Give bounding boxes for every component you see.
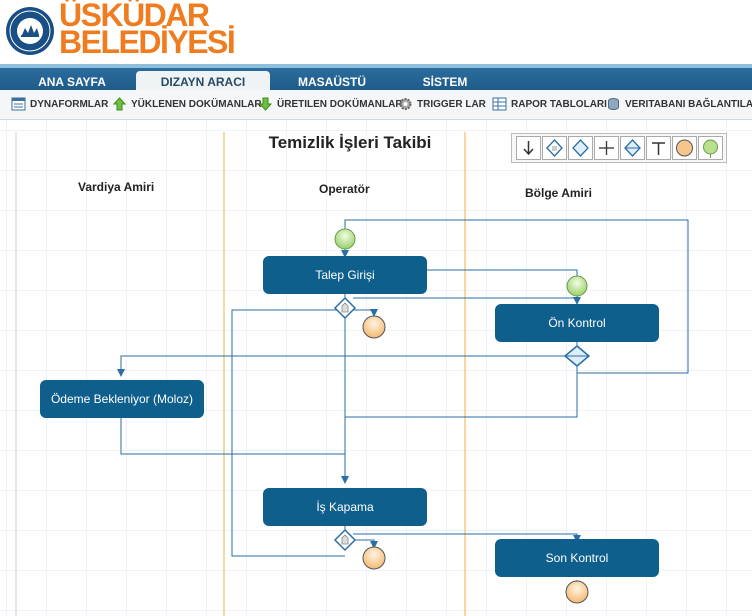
form-icon xyxy=(11,97,26,111)
designer-toolbar: DYNAFORMLAR YÜKLENEN DOKÜMANLAR ÜRETILEN… xyxy=(0,90,752,120)
end-event-icon[interactable] xyxy=(565,580,589,604)
end-event-tool[interactable] xyxy=(672,136,697,160)
selection-gateway-icon xyxy=(546,139,563,157)
lane-label-operator: Operatör xyxy=(319,182,370,196)
parallel-evaluation-icon xyxy=(624,139,641,157)
task-talep-girisi[interactable]: Talep Girişi xyxy=(263,256,427,294)
start-event-tool[interactable] xyxy=(698,136,723,160)
start-event-icon[interactable] xyxy=(566,275,588,297)
task-is-kapama[interactable]: İş Kapama xyxy=(263,488,427,526)
dynaforms-label: DYNAFORMLAR xyxy=(30,99,109,110)
parallel-fork-icon xyxy=(599,141,614,155)
shape-palette xyxy=(511,133,727,163)
table-icon xyxy=(492,97,507,111)
report-tables-label: RAPOR TABLOLARI xyxy=(511,99,607,110)
download-arrow-icon xyxy=(258,97,273,112)
upload-arrow-icon xyxy=(112,97,127,111)
lane-label-bolge-amiri: Bölge Amiri xyxy=(525,186,592,200)
report-tables-button[interactable]: RAPOR TABLOLARI xyxy=(492,97,607,113)
brand-line2: BELEDİYESİ xyxy=(59,24,236,60)
uploaded-documents-label: YÜKLENEN DOKÜMANLAR xyxy=(131,99,262,110)
output-documents-button[interactable]: ÜRETILEN DOKÜMANLAR xyxy=(258,97,403,113)
end-event-icon xyxy=(676,139,693,157)
sequential-arrow-icon xyxy=(523,141,534,156)
gear-icon xyxy=(399,98,412,111)
start-event-icon xyxy=(703,139,718,158)
header: ÜSKÜDAR BELEDİYESİ xyxy=(0,0,752,64)
triggers-button[interactable]: TRIGGER LAR xyxy=(398,97,486,113)
evaluation-gateway-icon xyxy=(572,139,589,157)
database-connections-button[interactable]: VERITABANI BAĞLANTILARI xyxy=(606,97,752,113)
main-nav: ANA SAYFA DIZAYN ARACI MASAÜSTÜ SİSTEM xyxy=(0,64,752,93)
evaluation-gateway-tool[interactable] xyxy=(568,136,593,160)
parallel-fork-tool[interactable] xyxy=(594,136,619,160)
task-son-kontrol[interactable]: Son Kontrol xyxy=(495,539,659,577)
process-title: Temizlik İşleri Takibi xyxy=(268,133,432,152)
end-event-icon[interactable] xyxy=(362,315,386,339)
triggers-label: TRIGGER LAR xyxy=(417,99,486,110)
end-event-icon[interactable] xyxy=(362,546,386,570)
database-connections-label: VERITABANI BAĞLANTILARI xyxy=(625,99,752,110)
task-on-kontrol[interactable]: Ön Kontrol xyxy=(495,304,659,342)
dynaforms-button[interactable]: DYNAFORMLAR xyxy=(11,97,108,113)
selection-gateway-tool[interactable] xyxy=(542,136,567,160)
parallel-join-icon xyxy=(652,142,665,155)
parallel-evaluation-tool[interactable] xyxy=(620,136,645,160)
database-plug-icon xyxy=(608,98,619,111)
uploaded-documents-button[interactable]: YÜKLENEN DOKÜMANLAR xyxy=(112,97,262,113)
process-map-canvas[interactable]: Temizlik İşleri Takibi Vardiya Amiri Ope… xyxy=(0,120,752,616)
start-event-icon[interactable] xyxy=(334,228,356,250)
task-odeme-bekleniyor[interactable]: Ödeme Bekleniyor (Moloz) xyxy=(40,380,204,418)
sequential-arrow-tool[interactable] xyxy=(516,136,541,160)
brand-wordmark: ÜSKÜDAR BELEDİYESİ xyxy=(59,0,236,60)
uskudar-seal-logo xyxy=(6,7,54,55)
parallel-join-tool[interactable] xyxy=(646,136,671,160)
lane-label-vardiya-amiri: Vardiya Amiri xyxy=(78,180,155,194)
output-documents-label: ÜRETILEN DOKÜMANLAR xyxy=(277,99,403,110)
